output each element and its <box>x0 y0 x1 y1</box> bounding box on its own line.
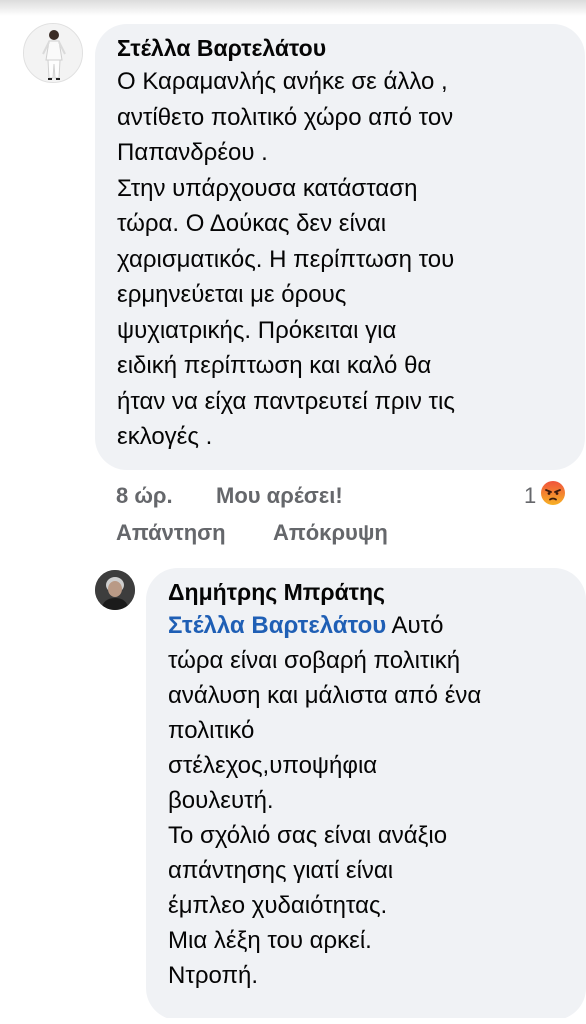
top-edge-shadow <box>0 0 586 16</box>
avatar-dimitris[interactable] <box>95 570 135 610</box>
hide-button[interactable]: Απόκρυψη <box>273 520 388 546</box>
comment-timestamp[interactable]: 8 ώρ. <box>116 483 173 509</box>
comment-author[interactable]: Στέλλα Βαρτελάτου <box>117 32 565 64</box>
reply-text: Αυτό τώρα είναι σοβαρή πολιτική ανάλυση … <box>168 612 482 989</box>
comment-text: Ο Καραμανλής ανήκε σε άλλο , αντίθετο πο… <box>117 68 455 450</box>
comment-bubble: Στέλλα Βαρτελάτου Ο Καραμανλής ανήκε σε … <box>95 24 585 470</box>
avatar-stella[interactable] <box>23 23 83 83</box>
person-photo-icon <box>24 24 82 82</box>
reply-button[interactable]: Απάντηση <box>116 520 226 546</box>
person-photo-icon <box>95 570 135 610</box>
angry-emoji-icon <box>540 480 566 512</box>
reply-author[interactable]: Δημήτρης Μπράτης <box>168 576 570 608</box>
reactions-summary[interactable]: 1 <box>524 480 566 512</box>
reply-text-body: Στέλλα Βαρτελάτου Αυτό τώρα είναι σοβαρή… <box>168 608 570 993</box>
reaction-count: 1 <box>524 483 537 508</box>
like-button[interactable]: Μου αρέσει! <box>216 483 343 509</box>
reply-bubble: Δημήτρης Μπράτης Στέλλα Βαρτελάτου Αυτό … <box>146 568 586 1020</box>
bottom-edge <box>0 1018 586 1024</box>
mention-link[interactable]: Στέλλα Βαρτελάτου <box>168 612 386 639</box>
